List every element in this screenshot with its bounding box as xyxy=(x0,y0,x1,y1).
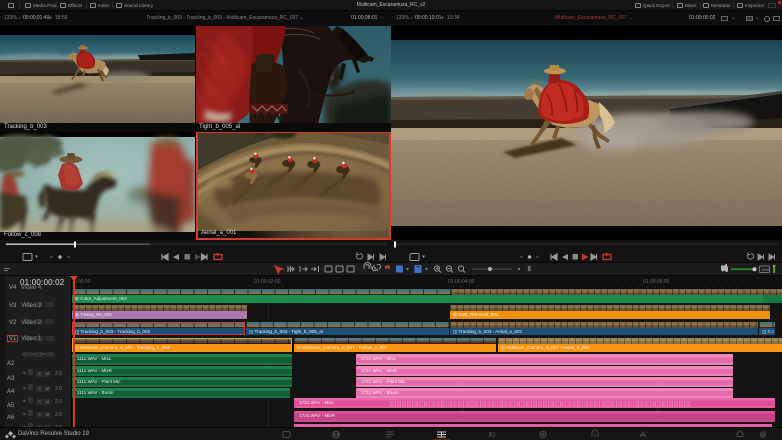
svg-text:DIM: DIM xyxy=(762,267,769,272)
